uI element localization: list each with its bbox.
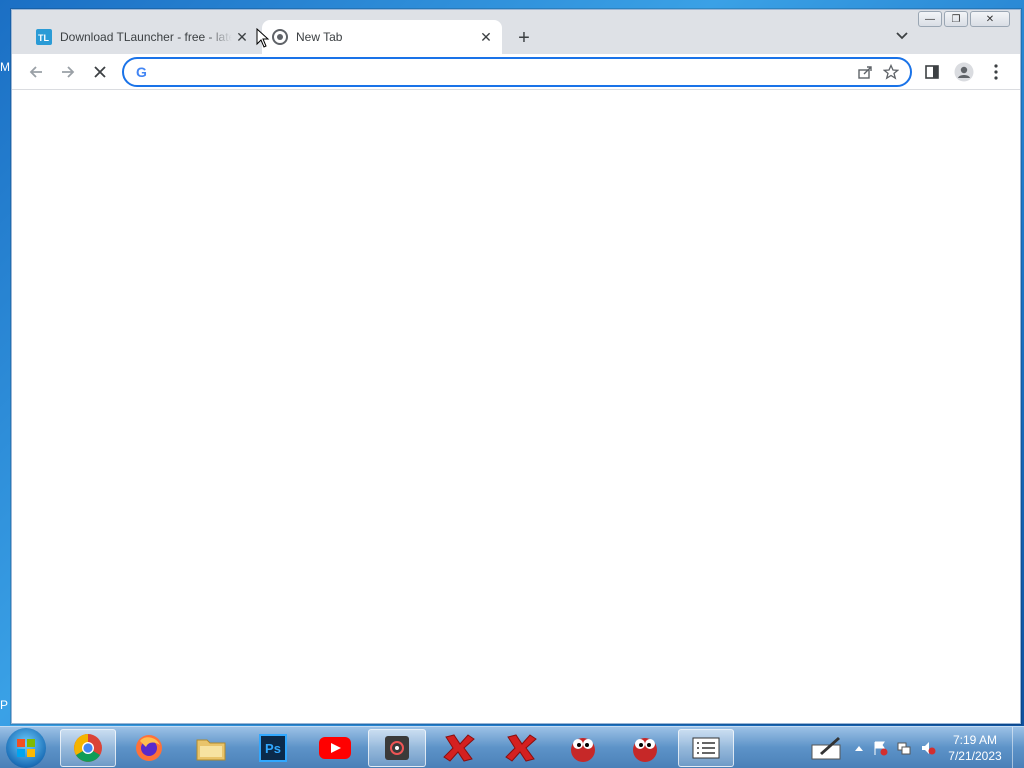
chrome-icon xyxy=(272,29,288,45)
close-icon xyxy=(94,66,106,78)
red-x-icon xyxy=(505,734,537,762)
taskbar-red-x-app[interactable] xyxy=(434,729,484,767)
network-icon[interactable] xyxy=(896,740,912,756)
taskbar: Ps 7:19 AM 7/21/2023 xyxy=(0,726,1024,768)
browser-toolbar: G xyxy=(12,54,1020,90)
tab-new-tab[interactable]: New Tab ✕ xyxy=(262,20,502,54)
taskbar-file-explorer[interactable] xyxy=(186,729,236,767)
star-icon[interactable] xyxy=(878,59,904,85)
taskbar-red-ball-app[interactable] xyxy=(558,729,608,767)
page-content xyxy=(12,91,1020,723)
red-ball-icon xyxy=(571,738,595,762)
system-tray: 7:19 AM 7/21/2023 xyxy=(810,727,1024,768)
arrow-right-icon xyxy=(62,66,75,78)
app-icon xyxy=(385,736,409,760)
new-tab-button[interactable]: + xyxy=(512,26,536,50)
taskbar-app[interactable] xyxy=(368,729,426,767)
chevron-up-icon[interactable] xyxy=(854,744,864,752)
taskbar-chrome[interactable] xyxy=(60,729,116,767)
taskbar-red-x-app[interactable] xyxy=(496,729,546,767)
kebab-menu-icon[interactable] xyxy=(982,58,1010,86)
youtube-icon xyxy=(319,737,351,759)
taskbar-photoshop[interactable]: Ps xyxy=(248,729,298,767)
omnibox-input[interactable] xyxy=(158,64,852,80)
taskbar-list-app[interactable] xyxy=(678,729,734,767)
pen-input-icon[interactable] xyxy=(810,735,844,761)
tab-title: New Tab xyxy=(296,30,343,44)
taskbar-clock[interactable]: 7:19 AM 7/21/2023 xyxy=(942,732,1008,764)
taskbar-youtube[interactable] xyxy=(310,729,360,767)
folder-icon xyxy=(196,739,226,761)
windows-logo-icon xyxy=(17,738,35,757)
clock-date: 7/21/2023 xyxy=(948,749,1002,763)
address-bar[interactable]: G xyxy=(122,57,912,87)
taskbar-firefox[interactable] xyxy=(124,729,174,767)
tab-title: Download TLauncher - free - late xyxy=(60,30,232,44)
tab-close-button[interactable]: ✕ xyxy=(476,27,496,47)
restore-button[interactable]: ❐ xyxy=(944,11,968,27)
start-button[interactable] xyxy=(6,727,46,768)
back-button[interactable] xyxy=(22,58,50,86)
red-ball-icon xyxy=(633,738,657,762)
side-panel-icon[interactable] xyxy=(918,58,946,86)
mouse-cursor-icon xyxy=(256,28,270,48)
stop-loading-button[interactable] xyxy=(86,58,114,86)
minimize-button[interactable]: — xyxy=(918,11,942,27)
photoshop-icon: Ps xyxy=(259,734,287,762)
google-icon: G xyxy=(136,64,147,80)
red-x-icon xyxy=(443,734,475,762)
show-desktop-button[interactable] xyxy=(1012,727,1024,768)
tab-strip: TL Download TLauncher - free - late ✕ Ne… xyxy=(12,10,1020,54)
arrow-left-icon xyxy=(29,66,42,78)
firefox-icon xyxy=(136,735,162,761)
window-controls: — ❐ ✕ xyxy=(918,11,1010,27)
profile-icon[interactable] xyxy=(950,58,978,86)
clock-time: 7:19 AM xyxy=(952,733,998,747)
taskbar-red-ball-app[interactable] xyxy=(620,729,670,767)
list-icon xyxy=(692,737,720,759)
browser-window: TL Download TLauncher - free - late ✕ Ne… xyxy=(11,9,1021,724)
tab-close-button[interactable]: ✕ xyxy=(232,27,252,47)
tlauncher-icon: TL xyxy=(36,29,52,45)
share-icon[interactable] xyxy=(852,59,878,85)
chevron-down-icon[interactable] xyxy=(892,26,912,46)
close-window-button[interactable]: ✕ xyxy=(970,11,1010,27)
action-center-flag-icon[interactable] xyxy=(872,740,888,756)
volume-muted-icon[interactable] xyxy=(920,740,936,756)
chrome-icon xyxy=(74,734,102,762)
tab-tlauncher[interactable]: TL Download TLauncher - free - late ✕ xyxy=(26,20,258,54)
svg-text:TL: TL xyxy=(38,33,49,43)
forward-button[interactable] xyxy=(54,58,82,86)
